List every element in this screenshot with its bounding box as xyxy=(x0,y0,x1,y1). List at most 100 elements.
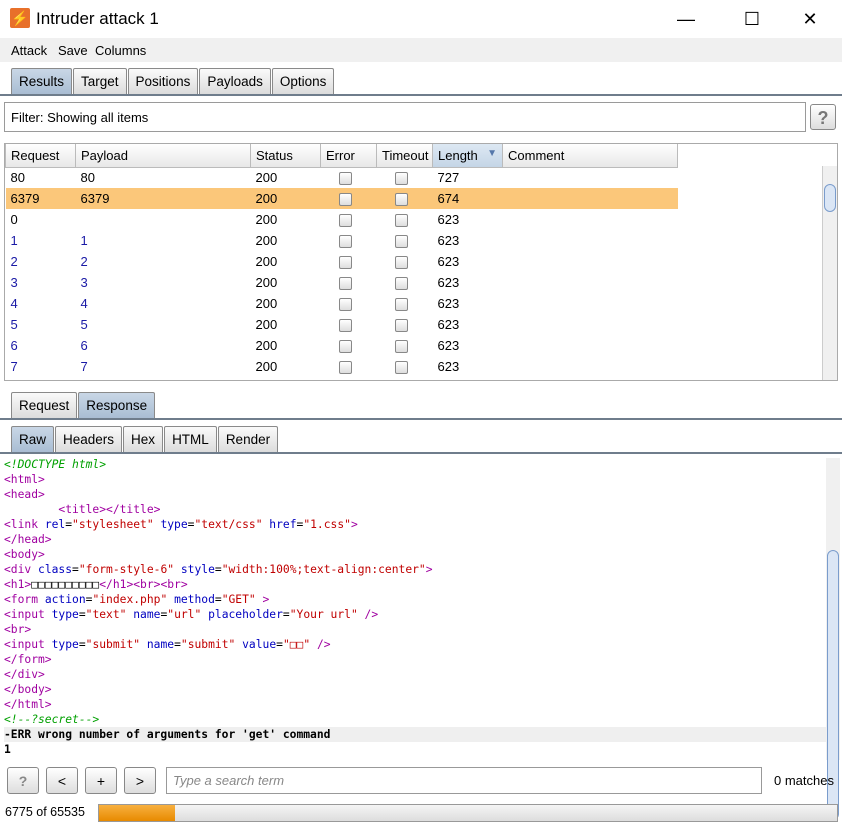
error-checkbox[interactable] xyxy=(338,277,352,291)
cell-request: 6 xyxy=(10,338,18,353)
cell-length: 623 xyxy=(437,254,460,269)
code-token: rel xyxy=(44,518,66,531)
minimize-button[interactable]: — xyxy=(666,6,706,32)
tab-payloads[interactable]: Payloads xyxy=(199,68,271,94)
code-token: <head> xyxy=(4,488,45,501)
code-token: <!DOCTYPE html> xyxy=(4,458,107,471)
tab-hex[interactable]: Hex xyxy=(123,426,164,452)
maximize-button[interactable]: ☐ xyxy=(732,6,772,32)
code-token: "□□" xyxy=(282,638,311,651)
search-input[interactable] xyxy=(166,767,762,794)
code-token: </div> xyxy=(4,668,45,681)
code-token: "form-style-6" xyxy=(78,563,175,576)
timeout-checkbox[interactable] xyxy=(394,361,408,375)
table-scrollbar[interactable] xyxy=(822,166,837,380)
scroll-thumb[interactable] xyxy=(824,184,836,212)
code-token: type xyxy=(51,608,79,621)
code-token: </html> xyxy=(4,698,52,711)
error-checkbox[interactable] xyxy=(338,172,352,186)
error-checkbox[interactable] xyxy=(338,235,352,249)
col-request[interactable]: Request xyxy=(5,144,76,168)
table-row[interactable]: 4 4 200 623 xyxy=(6,293,678,314)
cell-request: 7 xyxy=(10,359,18,374)
filter-bar[interactable]: Filter: Showing all items xyxy=(4,102,806,132)
code-token: <title></title> xyxy=(58,503,161,516)
help-button[interactable]: ? xyxy=(810,104,836,130)
table-row[interactable]: 6379 6379 200 674 xyxy=(5,188,678,209)
col-payload[interactable]: Payload xyxy=(75,144,251,168)
menu-columns[interactable]: Columns xyxy=(95,43,146,58)
error-checkbox[interactable] xyxy=(338,298,352,312)
table-row[interactable]: 2 2 200 623 xyxy=(6,251,678,272)
table-row[interactable]: 3 3 200 623 xyxy=(6,272,678,293)
menu-save[interactable]: Save xyxy=(58,43,88,58)
response-body[interactable]: <!DOCTYPE html> <html> <head> <title></tit… xyxy=(4,456,826,760)
cell-request: 3 xyxy=(10,275,18,290)
timeout-checkbox[interactable] xyxy=(394,340,408,354)
code-token: <h1> xyxy=(4,578,32,591)
table-row[interactable]: 1 1 200 623 xyxy=(6,230,678,251)
code-token: action xyxy=(44,593,86,606)
tab-response[interactable]: Response xyxy=(78,392,156,418)
error-checkbox[interactable] xyxy=(338,256,352,270)
add-button[interactable]: + xyxy=(85,767,117,794)
tab-positions[interactable]: Positions xyxy=(127,68,199,94)
error-checkbox[interactable] xyxy=(338,214,352,228)
code-token: "text" xyxy=(85,608,127,621)
cell-length: 623 xyxy=(437,317,460,332)
error-checkbox[interactable] xyxy=(338,361,352,375)
col-comment[interactable]: Comment xyxy=(502,144,678,168)
cell-payload: 4 xyxy=(80,296,88,311)
previous-match-button[interactable]: < xyxy=(46,767,78,794)
table-row[interactable]: 80 80 200 727 xyxy=(6,167,678,188)
code-line: <html> xyxy=(4,472,826,487)
code-line: <!DOCTYPE html> xyxy=(4,457,826,472)
timeout-checkbox[interactable] xyxy=(394,277,408,291)
cell-length: 623 xyxy=(437,212,460,227)
error-checkbox[interactable] xyxy=(338,193,352,207)
timeout-checkbox[interactable] xyxy=(394,298,408,312)
timeout-checkbox[interactable] xyxy=(394,319,408,333)
code-token: 1 xyxy=(4,743,11,756)
col-status[interactable]: Status xyxy=(250,144,321,168)
next-match-button[interactable]: > xyxy=(124,767,156,794)
table-row[interactable]: 5 5 200 623 xyxy=(6,314,678,335)
response-scrollbar[interactable] xyxy=(826,458,840,820)
cell-payload: 6379 xyxy=(75,188,251,209)
tab-headers[interactable]: Headers xyxy=(55,426,123,452)
code-line: <body> xyxy=(4,547,826,562)
cell-request: 1 xyxy=(10,233,18,248)
timeout-checkbox[interactable] xyxy=(394,256,408,270)
timeout-checkbox[interactable] xyxy=(394,214,408,228)
menu-attack[interactable]: Attack xyxy=(11,43,47,58)
col-timeout[interactable]: Timeout xyxy=(376,144,433,168)
col-error[interactable]: Error xyxy=(320,144,377,168)
code-token: = xyxy=(214,563,222,576)
cell-comment xyxy=(503,209,678,230)
tab-render[interactable]: Render xyxy=(217,426,279,452)
cell-comment xyxy=(502,188,678,209)
tab-raw[interactable]: Raw xyxy=(11,426,55,452)
error-checkbox[interactable] xyxy=(338,340,352,354)
tab-target[interactable]: Target xyxy=(73,68,127,94)
col-length[interactable]: Length ▼ xyxy=(432,144,503,168)
table-row[interactable]: 0 200 623 xyxy=(6,209,678,230)
tab-html[interactable]: HTML xyxy=(164,426,217,452)
timeout-checkbox[interactable] xyxy=(394,193,408,207)
tab-request[interactable]: Request xyxy=(11,392,78,418)
code-token: = xyxy=(72,563,79,576)
code-token: "url" xyxy=(167,608,202,621)
code-token: "stylesheet" xyxy=(72,518,154,531)
error-checkbox[interactable] xyxy=(338,319,352,333)
tab-results[interactable]: Results xyxy=(11,68,73,94)
close-button[interactable]: ✕ xyxy=(790,6,830,32)
table-row[interactable]: 6 6 200 623 xyxy=(6,335,678,356)
table-row[interactable]: 7 7 200 623 xyxy=(6,356,678,377)
cell-payload: 1 xyxy=(80,233,88,248)
search-help-button[interactable]: ? xyxy=(7,767,39,794)
tab-options[interactable]: Options xyxy=(271,68,335,94)
sort-desc-icon: ▼ xyxy=(487,147,497,159)
timeout-checkbox[interactable] xyxy=(394,172,408,186)
code-token: "text/css" xyxy=(194,518,263,531)
timeout-checkbox[interactable] xyxy=(394,235,408,249)
